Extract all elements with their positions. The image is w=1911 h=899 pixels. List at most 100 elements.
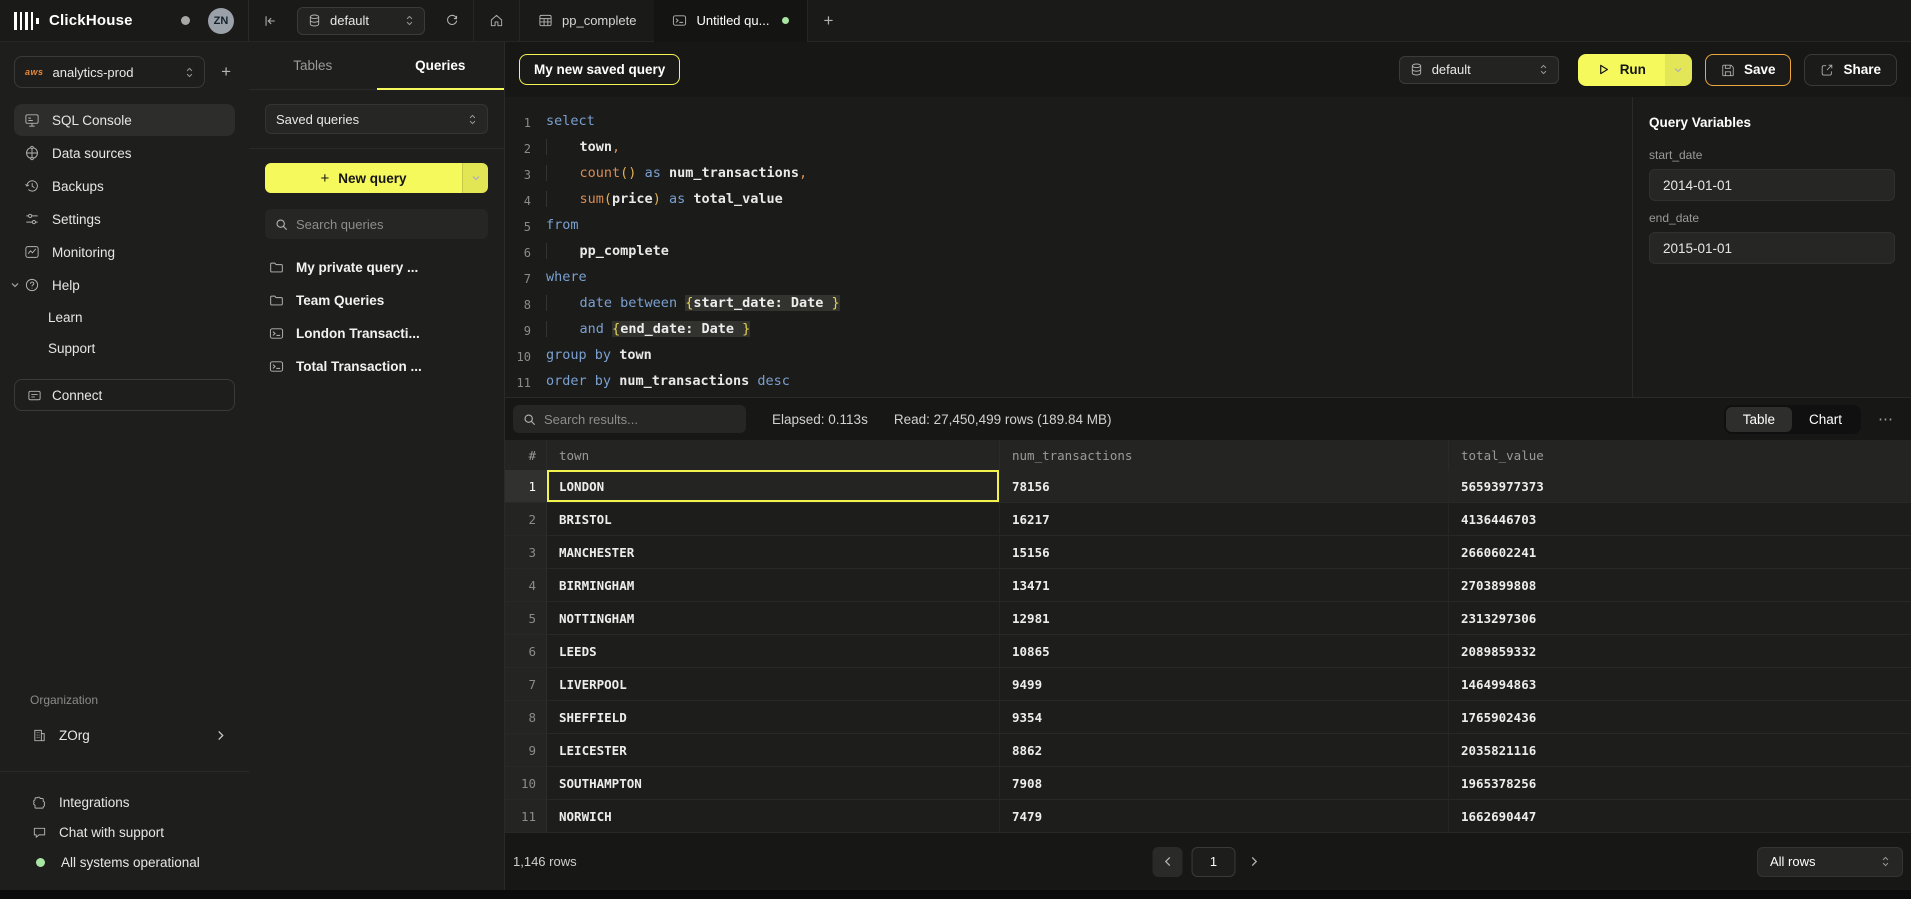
topbar-database-select[interactable]: default [297,7,425,35]
cell-row-index[interactable]: 11 [505,800,547,833]
run-database-select[interactable]: default [1399,56,1559,84]
home-tab[interactable] [474,0,519,42]
cell-num-transactions[interactable]: 8862 [1000,734,1449,767]
next-page-button[interactable] [1245,856,1264,867]
saved-queries-select[interactable]: Saved queries [265,104,488,134]
cell-num-transactions[interactable]: 15156 [1000,536,1449,569]
cell-total-value[interactable]: 1765902436 [1449,701,1911,734]
connect-button[interactable]: Connect [14,379,235,411]
share-button[interactable]: Share [1804,54,1897,86]
cell-total-value[interactable]: 2035821116 [1449,734,1911,767]
saved-query-tab[interactable]: My new saved query [519,54,680,85]
new-query-button[interactable]: + New query [265,163,462,193]
avatar[interactable]: ZN [208,8,234,34]
tab-pp-complete[interactable]: pp_complete [520,0,654,42]
cell-row-index[interactable]: 2 [505,503,547,536]
new-query-menu-button[interactable] [462,163,488,193]
cell-town[interactable]: LONDON [547,470,1000,503]
cell-total-value[interactable]: 1662690447 [1449,800,1911,833]
sidebar-item-data-sources[interactable]: Data sources [14,137,235,169]
search-results-input[interactable] [544,412,736,427]
cell-town[interactable]: SOUTHAMPTON [547,767,1000,800]
sidebar-item-settings[interactable]: Settings [14,203,235,235]
view-chart-button[interactable]: Chart [1792,407,1859,432]
cell-town[interactable]: LEEDS [547,635,1000,668]
code-line[interactable]: 11order by num_transactions desc [505,369,1632,395]
cell-num-transactions[interactable]: 7479 [1000,800,1449,833]
cell-town[interactable]: LIVERPOOL [547,668,1000,701]
cell-num-transactions[interactable]: 13471 [1000,569,1449,602]
code-line[interactable]: 10group by town [505,343,1632,369]
view-table-button[interactable]: Table [1726,407,1792,432]
cell-row-index[interactable]: 5 [505,602,547,635]
code-line[interactable]: 5from [505,213,1632,239]
page-number[interactable]: 1 [1192,847,1236,877]
cell-total-value[interactable]: 2313297306 [1449,602,1911,635]
code-line[interactable]: 4 sum(price) as total_value [505,187,1632,213]
tab-queries[interactable]: Queries [377,42,505,89]
page-size-select[interactable]: All rows [1757,847,1903,877]
cell-row-index[interactable]: 7 [505,668,547,701]
cell-num-transactions[interactable]: 7908 [1000,767,1449,800]
code-line[interactable]: 3 count() as num_transactions, [505,161,1632,187]
add-service-button[interactable]: + [217,62,235,82]
sidebar-footer-item-integrations[interactable]: Integrations [14,788,235,816]
prev-page-button[interactable] [1153,847,1183,877]
cell-town[interactable]: LEICESTER [547,734,1000,767]
service-select[interactable]: aws analytics-prod [14,56,205,88]
cell-num-transactions[interactable]: 16217 [1000,503,1449,536]
cell-town[interactable]: NORWICH [547,800,1000,833]
cell-town[interactable]: BIRMINGHAM [547,569,1000,602]
cell-num-transactions[interactable]: 9354 [1000,701,1449,734]
cell-town[interactable]: SHEFFIELD [547,701,1000,734]
code-line[interactable]: 7where [505,265,1632,291]
code-line[interactable]: 1select [505,109,1632,135]
cell-town[interactable]: NOTTINGHAM [547,602,1000,635]
query-list-item-my-private-query[interactable]: My private query ... [265,251,488,284]
cell-num-transactions[interactable]: 10865 [1000,635,1449,668]
column-header-row-index[interactable]: # [505,440,547,470]
column-header-num_transactions[interactable]: num_transactions [1000,440,1449,470]
notification-dot[interactable] [181,16,190,25]
column-header-town[interactable]: town [547,440,1000,470]
run-button[interactable]: Run [1578,54,1665,86]
query-list-item-total-transaction[interactable]: Total Transaction ... [265,350,488,383]
cell-row-index[interactable]: 3 [505,536,547,569]
cell-row-index[interactable]: 6 [505,635,547,668]
cell-num-transactions[interactable]: 9499 [1000,668,1449,701]
refresh-button[interactable] [431,0,473,42]
tab-untitled-query[interactable]: Untitled qu... [654,0,807,42]
sidebar-footer-item-chat-with-support[interactable]: Chat with support [14,818,235,846]
sidebar-item-support[interactable]: Support [14,333,235,363]
sidebar-item-help[interactable]: Help [14,269,235,301]
cell-total-value[interactable]: 1464994863 [1449,668,1911,701]
cell-row-index[interactable]: 10 [505,767,547,800]
more-options-button[interactable]: ⋯ [1874,410,1897,428]
code-line[interactable]: 9 and {end_date: Date } [505,317,1632,343]
column-header-total_value[interactable]: total_value [1449,440,1911,470]
query-list-item-team-queries[interactable]: Team Queries [265,284,488,317]
start-date-input[interactable] [1649,169,1895,201]
code-line[interactable]: 2 town, [505,135,1632,161]
sidebar-item-learn[interactable]: Learn [14,302,235,332]
tab-tables[interactable]: Tables [249,42,377,89]
sidebar-item-zorg[interactable]: ZOrg [14,719,235,751]
save-button[interactable]: Save [1705,54,1792,86]
sidebar-item-backups[interactable]: Backups [14,170,235,202]
cell-total-value[interactable]: 56593977373 [1449,470,1911,503]
cell-total-value[interactable]: 4136446703 [1449,503,1911,536]
sidebar-item-sql-console[interactable]: SQL Console [14,104,235,136]
collapse-sidebar-button[interactable] [249,0,291,42]
sidebar-item-monitoring[interactable]: Monitoring [14,236,235,268]
query-list-item-london-transacti[interactable]: London Transacti... [265,317,488,350]
cell-row-index[interactable]: 9 [505,734,547,767]
cell-town[interactable]: BRISTOL [547,503,1000,536]
cell-total-value[interactable]: 1965378256 [1449,767,1911,800]
run-options-button[interactable] [1665,54,1692,86]
sidebar-footer-item-all-systems-operational[interactable]: All systems operational [14,848,235,876]
cell-row-index[interactable]: 8 [505,701,547,734]
cell-total-value[interactable]: 2089859332 [1449,635,1911,668]
cell-num-transactions[interactable]: 12981 [1000,602,1449,635]
cell-total-value[interactable]: 2660602241 [1449,536,1911,569]
code-line[interactable]: 6 pp_complete [505,239,1632,265]
